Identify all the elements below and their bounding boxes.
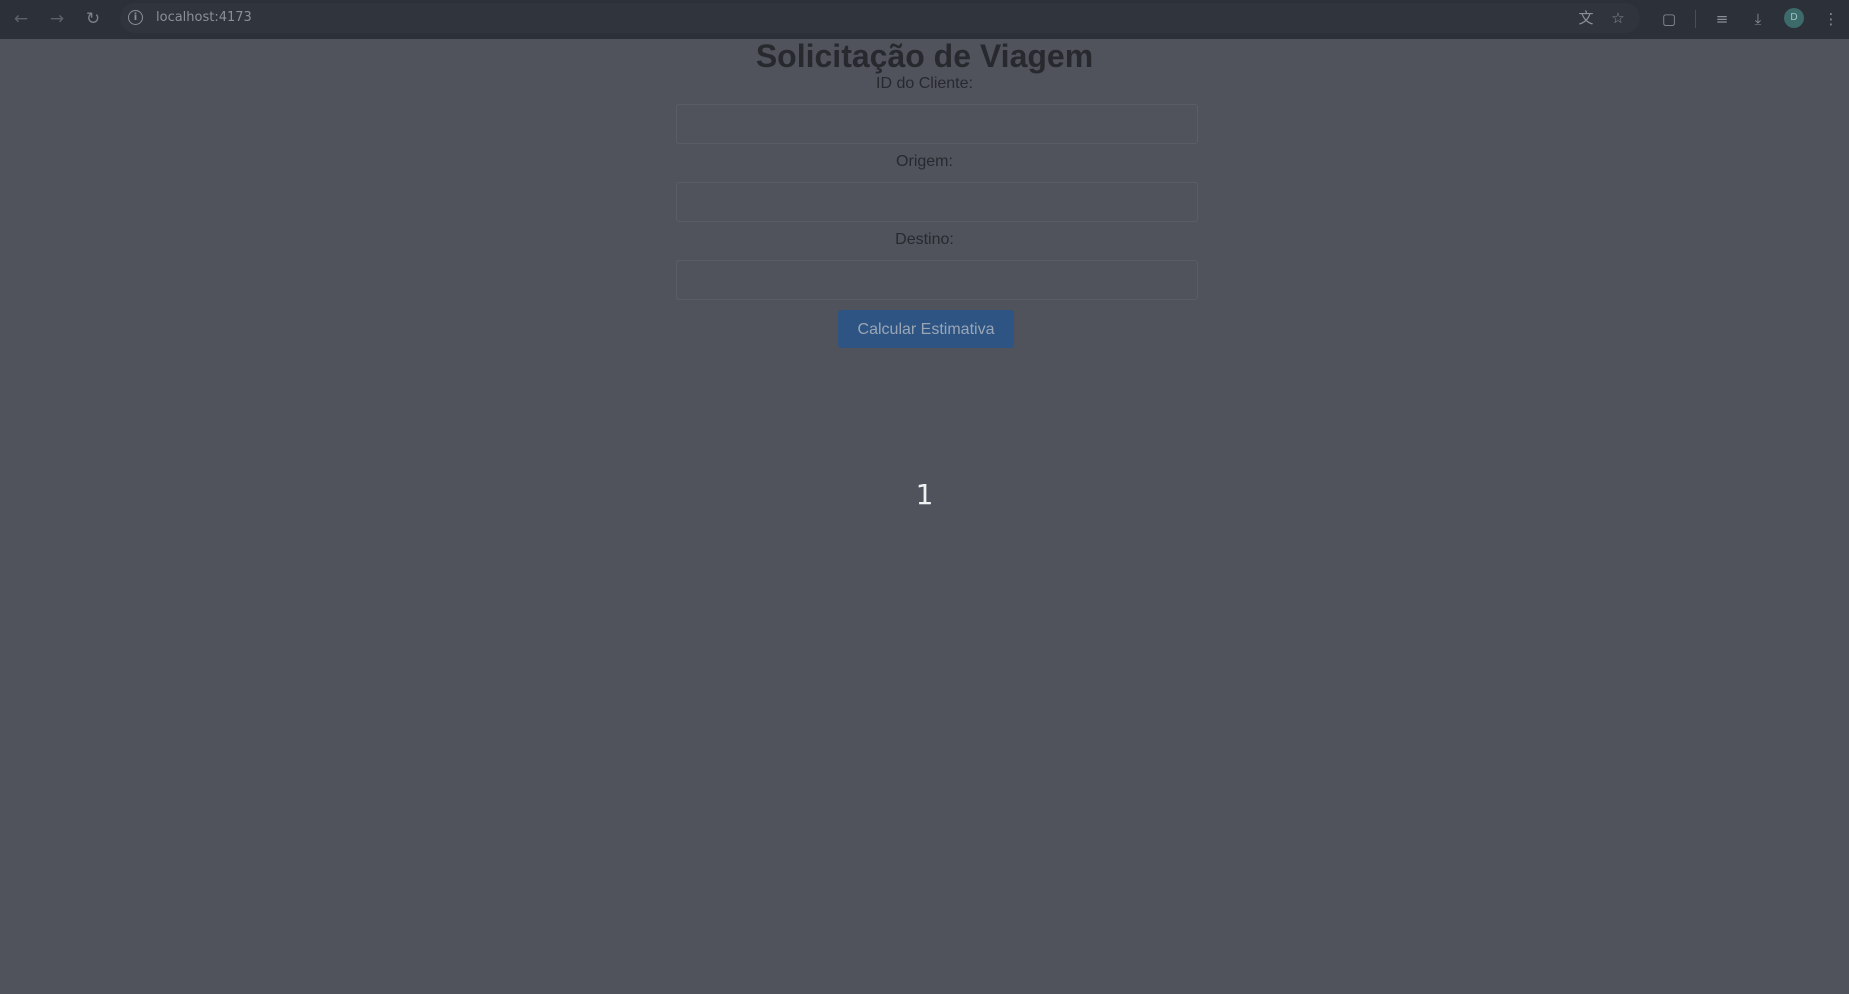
forward-button[interactable]: → xyxy=(44,6,70,32)
playlist-icon[interactable]: ≡ xyxy=(1709,6,1735,32)
puzzle-icon[interactable]: ▢ xyxy=(1656,6,1682,32)
star-icon[interactable]: ☆ xyxy=(1606,6,1630,30)
toolbar-divider xyxy=(1695,10,1696,28)
translate-icon[interactable]: 文 xyxy=(1574,6,1598,30)
destination-input[interactable] xyxy=(676,260,1198,300)
avatar[interactable]: D xyxy=(1784,8,1804,28)
origin-label: Origem: xyxy=(896,153,953,170)
customer-id-label: ID do Cliente: xyxy=(876,75,973,92)
reload-icon: ↻ xyxy=(85,9,101,29)
back-button[interactable]: ← xyxy=(8,6,34,32)
origin-input[interactable] xyxy=(676,182,1198,222)
browser-toolbar: ← → ↻ i localhost:4173 文 ☆ ▢ ≡ ⤓ D ⋮ xyxy=(0,0,1849,39)
page-title: Solicitação de Viagem xyxy=(755,38,1094,74)
download-icon[interactable]: ⤓ xyxy=(1745,6,1771,32)
url-text[interactable]: localhost:4173 xyxy=(156,10,252,25)
arrow-left-icon: ← xyxy=(13,9,29,29)
estimate-result: 1 xyxy=(915,478,934,511)
reload-button[interactable]: ↻ xyxy=(80,6,106,32)
calculate-estimate-button[interactable]: Calcular Estimativa xyxy=(838,310,1014,348)
arrow-right-icon: → xyxy=(49,9,65,29)
kebab-menu-icon[interactable]: ⋮ xyxy=(1818,6,1844,32)
customer-id-input[interactable] xyxy=(676,104,1198,144)
info-icon[interactable]: i xyxy=(128,10,143,25)
address-bar[interactable]: i localhost:4173 文 ☆ xyxy=(120,3,1640,33)
destination-label: Destino: xyxy=(895,231,954,248)
